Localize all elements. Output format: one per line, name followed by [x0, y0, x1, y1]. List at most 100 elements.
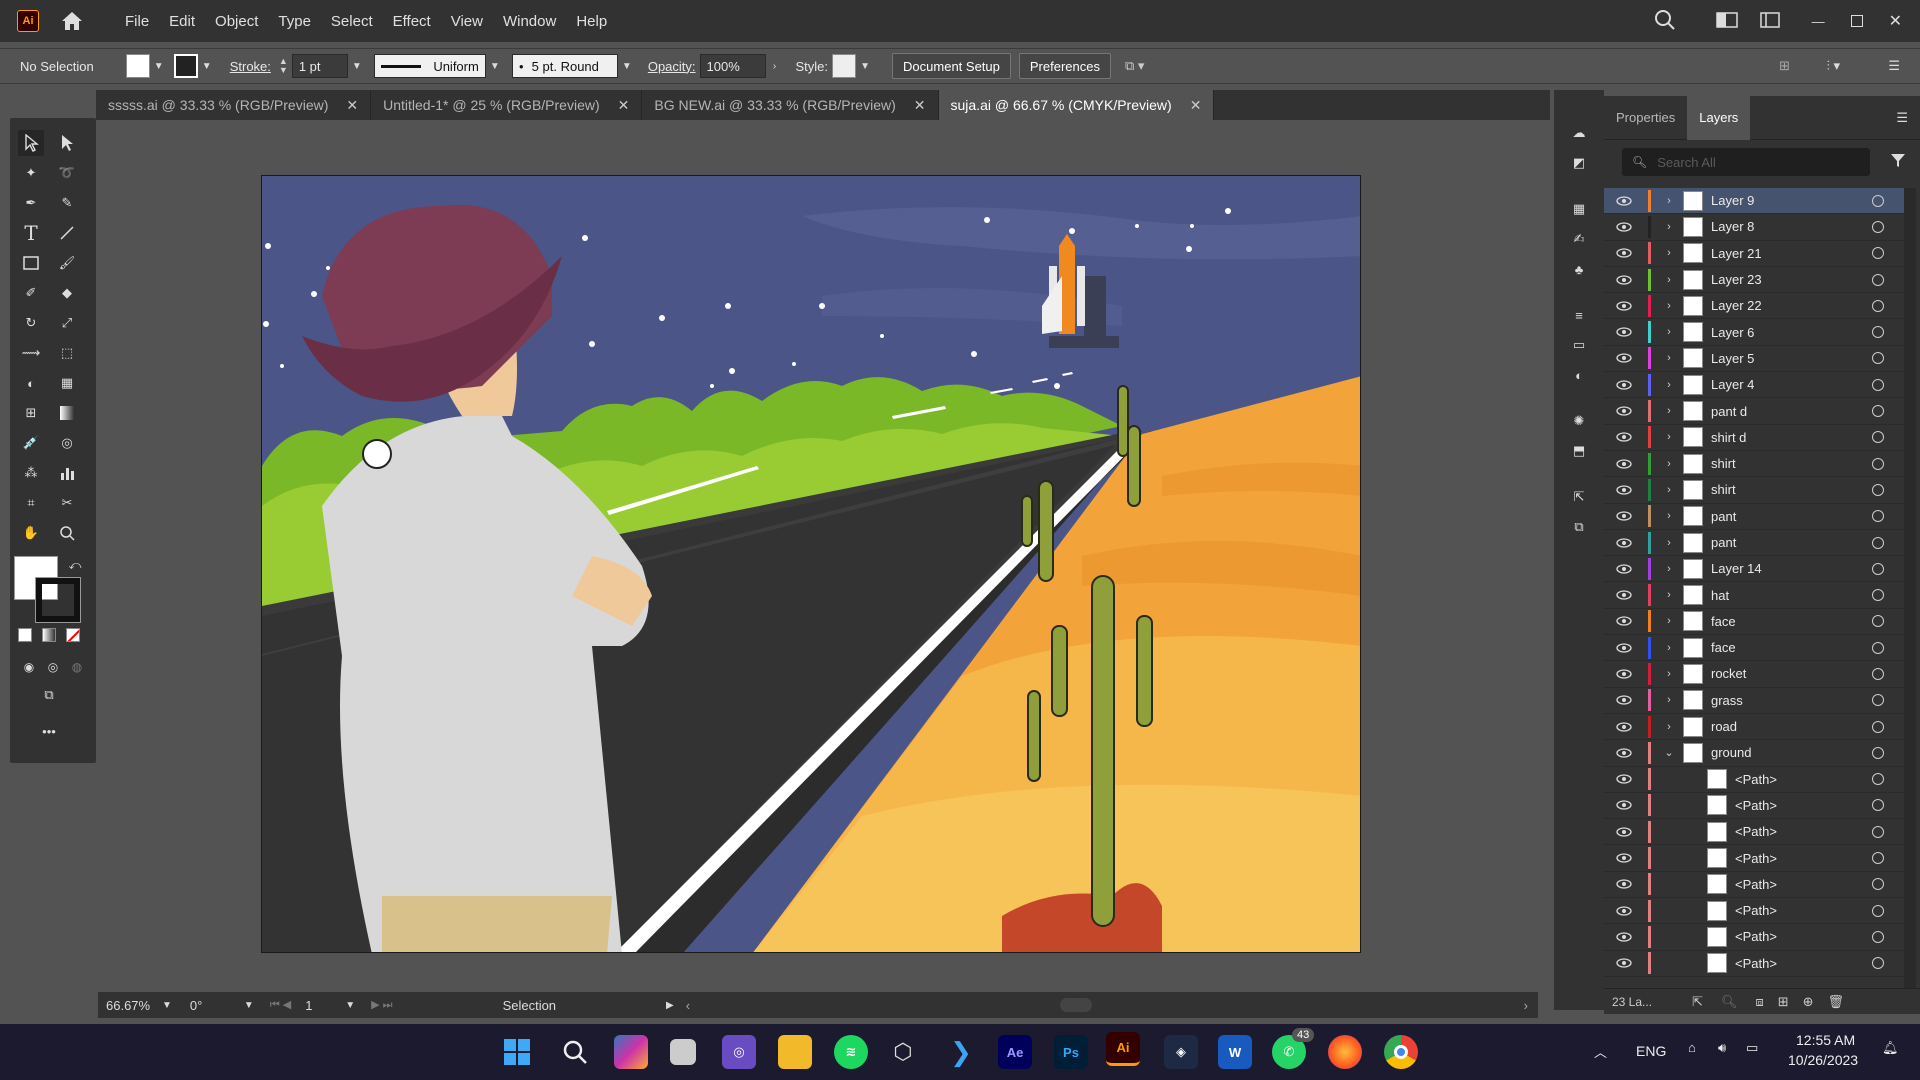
chevron-right-icon[interactable]: ›	[1661, 589, 1677, 601]
edit-toolbar-icon[interactable]: •••	[36, 718, 62, 744]
layer-row[interactable]: › shirt	[1604, 451, 1904, 478]
variable-width-profile[interactable]: Uniform	[373, 54, 486, 78]
gradient-panel-icon[interactable]: ▭	[1566, 332, 1592, 358]
chevron-right-icon[interactable]: ›	[1661, 484, 1677, 496]
layer-row[interactable]: › Layer 6	[1604, 319, 1904, 346]
layer-name[interactable]: pant	[1711, 535, 1872, 550]
selection-tool-icon[interactable]	[18, 130, 44, 156]
profile-dropdown-icon[interactable]: ▼	[486, 54, 504, 78]
layer-row[interactable]: › pant d	[1604, 398, 1904, 425]
visibility-eye-icon[interactable]	[1610, 669, 1638, 679]
document-setup-button[interactable]: Document Setup	[892, 53, 1011, 79]
align-icon[interactable]: ⊞	[1779, 58, 1790, 74]
layer-row[interactable]: › Layer 23	[1604, 267, 1904, 294]
eyedropper-tool-icon[interactable]: 💉	[18, 430, 44, 456]
visibility-eye-icon[interactable]	[1610, 616, 1638, 627]
shape-builder-tool-icon[interactable]: ◐	[18, 370, 44, 396]
target-circle-icon[interactable]	[1872, 431, 1884, 444]
menu-view[interactable]: View	[441, 13, 493, 30]
chevron-right-icon[interactable]: ›	[1661, 195, 1677, 207]
clock-time[interactable]: 12:55 AM	[1796, 1032, 1855, 1048]
symbol-sprayer-tool-icon[interactable]: ⁂	[18, 460, 44, 486]
shaper-tool-icon[interactable]: ✐	[18, 280, 44, 306]
chrome-icon[interactable]	[1384, 1035, 1418, 1069]
sublayer-row[interactable]: <Path>	[1604, 898, 1904, 925]
rotate-tool-icon[interactable]: ↻	[18, 310, 44, 336]
visibility-eye-icon[interactable]	[1610, 537, 1638, 548]
target-circle-icon[interactable]	[1872, 273, 1884, 286]
mesh-tool-icon[interactable]: ⊞	[18, 400, 44, 426]
column-graph-tool-icon[interactable]	[54, 460, 80, 486]
layer-name[interactable]: hat	[1711, 588, 1872, 603]
target-circle-icon[interactable]	[1872, 878, 1884, 891]
rectangle-tool-icon[interactable]	[18, 250, 44, 276]
target-circle-icon[interactable]	[1872, 746, 1884, 759]
target-circle-icon[interactable]	[1872, 799, 1884, 812]
windows-start-icon[interactable]	[500, 1035, 534, 1069]
menu-edit[interactable]: Edit	[159, 13, 205, 30]
target-circle-icon[interactable]	[1872, 825, 1884, 838]
maximize-icon[interactable]	[1850, 15, 1863, 27]
visibility-eye-icon[interactable]	[1610, 721, 1638, 732]
target-circle-icon[interactable]	[1872, 694, 1884, 707]
target-circle-icon[interactable]	[1872, 641, 1884, 654]
brush-dropdown-icon[interactable]: ▼	[618, 54, 636, 78]
target-circle-icon[interactable]	[1872, 562, 1884, 575]
draw-behind-icon[interactable]: ◎	[40, 654, 66, 680]
chevron-right-icon[interactable]: ›	[1661, 431, 1677, 443]
layer-row[interactable]: › grass	[1604, 688, 1904, 714]
chevron-right-icon[interactable]: ›	[1661, 300, 1677, 312]
layer-name[interactable]: rocket	[1711, 666, 1872, 681]
close-tab-icon[interactable]: ✕	[618, 97, 630, 114]
layer-name[interactable]: Layer 8	[1711, 219, 1872, 234]
chevron-right-icon[interactable]: ›	[1661, 615, 1677, 627]
volume-icon[interactable]: 🔊︎	[1718, 1040, 1726, 1056]
menu-file[interactable]: File	[115, 13, 159, 30]
visibility-eye-icon[interactable]	[1610, 195, 1638, 206]
layer-name[interactable]: Layer 22	[1711, 298, 1872, 313]
locate-object-icon[interactable]: 🔍︎	[1721, 994, 1738, 1010]
color-guide-icon[interactable]: ◩	[1566, 150, 1592, 176]
visibility-eye-icon[interactable]	[1610, 380, 1638, 390]
zoom-dropdown-icon[interactable]: ▼	[162, 1000, 172, 1011]
arrange-documents-icon[interactable]	[1715, 11, 1738, 31]
filter-icon[interactable]	[1890, 152, 1906, 171]
chevron-right-icon[interactable]: ›	[1661, 537, 1677, 549]
fill-swatch[interactable]	[125, 54, 150, 78]
eraser-tool-icon[interactable]: ◆	[54, 280, 80, 306]
home-icon[interactable]	[59, 8, 85, 34]
layer-name[interactable]: Layer 14	[1711, 561, 1872, 576]
blend-tool-icon[interactable]: ◎	[54, 430, 80, 456]
chevron-right-icon[interactable]: ›	[1661, 563, 1677, 575]
target-circle-icon[interactable]	[1872, 247, 1884, 260]
graphic-styles-icon[interactable]: ⬒	[1566, 438, 1592, 464]
new-sublayer-icon[interactable]: ⊞	[1778, 994, 1789, 1010]
visibility-eye-icon[interactable]	[1610, 800, 1638, 811]
visibility-eye-icon[interactable]	[1610, 879, 1638, 890]
layer-name[interactable]: Layer 23	[1711, 272, 1872, 287]
chevron-right-icon[interactable]: ›	[1661, 721, 1677, 733]
arrange-icon[interactable]: ⧉ ▾	[1125, 58, 1144, 74]
tray-chevron-icon[interactable]: ︿	[1594, 1042, 1607, 1061]
layer-name[interactable]: <Path>	[1735, 851, 1872, 866]
camera-icon[interactable]: ◎	[722, 1035, 756, 1069]
fill-dropdown-icon[interactable]: ▼	[150, 54, 168, 78]
layer-name[interactable]: face	[1711, 640, 1872, 655]
chevron-right-icon[interactable]: ›	[1661, 274, 1677, 286]
target-circle-icon[interactable]	[1872, 957, 1884, 970]
file-explorer-icon[interactable]	[778, 1035, 812, 1069]
layer-name[interactable]: <Path>	[1735, 772, 1872, 787]
panel-tab-properties[interactable]: Properties	[1604, 96, 1687, 140]
davinci-icon[interactable]: ◈	[1164, 1035, 1198, 1069]
after-effects-icon[interactable]: Ae	[998, 1035, 1032, 1069]
chevron-right-icon[interactable]: ›	[1661, 405, 1677, 417]
layer-name[interactable]: face	[1711, 614, 1872, 629]
word-icon[interactable]: W	[1218, 1035, 1252, 1069]
target-circle-icon[interactable]	[1872, 615, 1884, 628]
target-circle-icon[interactable]	[1872, 405, 1884, 418]
menu-object[interactable]: Object	[205, 13, 268, 30]
layer-name[interactable]: Layer 4	[1711, 377, 1872, 392]
delete-layer-icon[interactable]: 🗑︎	[1828, 994, 1845, 1010]
copilot-icon[interactable]	[614, 1035, 648, 1069]
target-circle-icon[interactable]	[1872, 378, 1884, 391]
